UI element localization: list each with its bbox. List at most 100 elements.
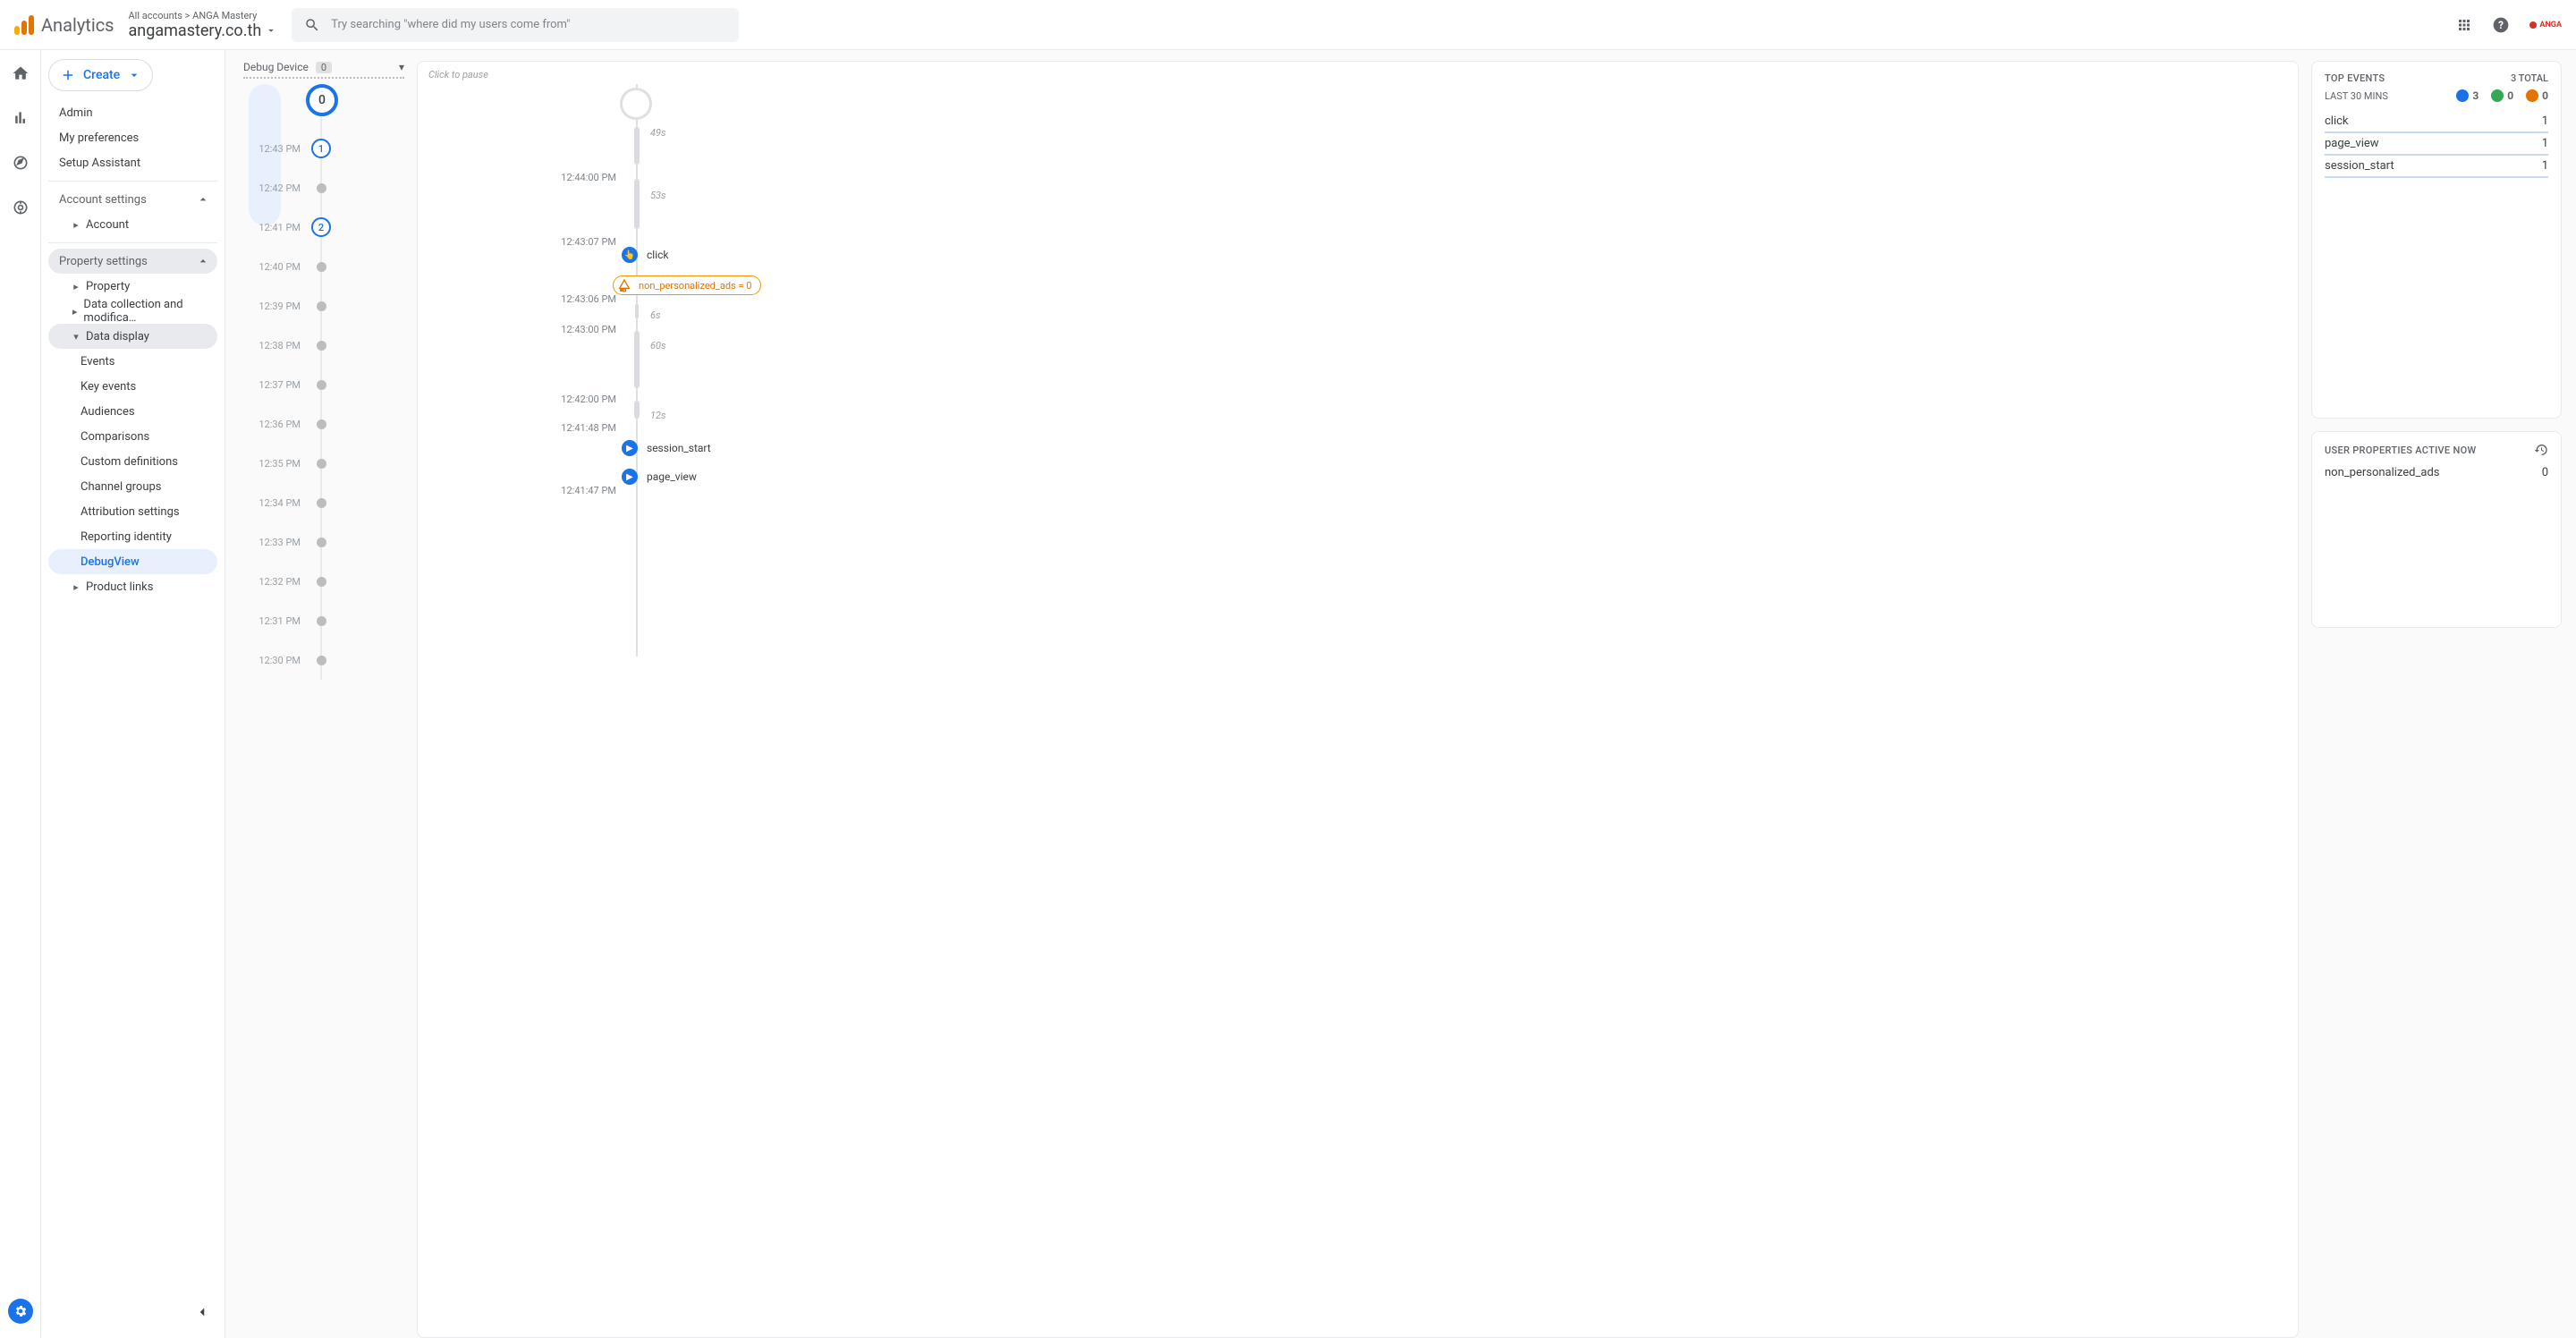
current-second-badge[interactable] — [620, 88, 652, 120]
minute-dot-icon — [317, 262, 326, 272]
chevron-down-icon — [127, 68, 141, 82]
minute-label: 12:36 PM — [247, 419, 301, 430]
minute-row[interactable]: 12:30 PM — [301, 640, 404, 680]
minute-label: 12:33 PM — [247, 537, 301, 548]
history-icon[interactable] — [2534, 443, 2548, 457]
event-row[interactable]: 👆click — [622, 247, 668, 263]
event-row[interactable]: ▶page_view — [622, 469, 697, 485]
top-events-total: 3 TOTAL — [2511, 72, 2548, 84]
sidebar-item-comparisons[interactable]: Comparisons — [48, 424, 217, 449]
sidebar-item-property[interactable]: ▸Property — [48, 274, 217, 299]
current-minute-badge[interactable]: 0 — [306, 84, 338, 116]
timestamp: 12:43:00 PM — [536, 324, 616, 335]
minute-dot-icon — [317, 341, 326, 351]
search-input[interactable]: Try searching "where did my users come f… — [292, 8, 739, 42]
home-icon[interactable] — [12, 64, 30, 86]
minute-label: 12:31 PM — [247, 615, 301, 627]
minute-row[interactable]: 12:36 PM — [301, 404, 404, 444]
minute-row[interactable]: 12:41 PM2 — [301, 207, 404, 247]
minute-row[interactable]: 12:43 PM1 — [301, 129, 404, 168]
minute-row[interactable]: 12:31 PM — [301, 601, 404, 640]
event-stream-panel: Click to pause 12:44:00 PM 12:43:07 PM 1… — [417, 61, 2299, 1338]
advertising-icon[interactable] — [12, 199, 30, 220]
sidebar-item-events[interactable]: Events — [48, 349, 217, 374]
flag-icon — [617, 278, 631, 292]
sidebar-item-account[interactable]: ▸Account — [48, 212, 217, 237]
flag-pill[interactable]: non_personalized_ads = 0 — [613, 275, 761, 295]
minute-dot-icon — [317, 183, 326, 193]
minute-row[interactable]: 12:35 PM — [301, 444, 404, 483]
sidebar-item-custom-defs[interactable]: Custom definitions — [48, 449, 217, 474]
sidebar-item-data-display[interactable]: ▾Data display — [48, 324, 217, 349]
minute-label: 12:41 PM — [247, 222, 301, 233]
minute-row[interactable]: 12:33 PM — [301, 522, 404, 562]
top-event-row[interactable]: page_view1 — [2325, 133, 2548, 156]
sidebar-item-audiences[interactable]: Audiences — [48, 399, 217, 424]
legend-dot-icon — [2491, 89, 2504, 102]
sidebar-item-reporting-identity[interactable]: Reporting identity — [48, 524, 217, 549]
nav-rail — [0, 50, 41, 1338]
help-icon[interactable]: ? — [2492, 16, 2510, 34]
main-content: Debug Device 0 ▾ 0 12:43 PM112:42 PM12:4… — [225, 50, 2576, 1338]
minute-row[interactable]: 12:34 PM — [301, 483, 404, 522]
top-event-row[interactable]: click1 — [2325, 111, 2548, 133]
property-name: angamastery.co.th — [129, 21, 262, 40]
minute-dot-icon — [317, 656, 326, 665]
minute-row[interactable]: 12:32 PM — [301, 562, 404, 601]
sidebar-item-debugview[interactable]: DebugView — [48, 549, 217, 574]
sidebar-item-data-collection[interactable]: ▸Data collection and modifica… — [48, 299, 217, 324]
sidebar-item-admin[interactable]: Admin — [48, 100, 217, 125]
top-event-row[interactable]: session_start1 — [2325, 156, 2548, 178]
minute-label: 12:34 PM — [247, 497, 301, 509]
gap-label: 6s — [650, 309, 661, 321]
minute-dot-icon — [317, 301, 326, 311]
explore-icon[interactable] — [12, 154, 30, 175]
create-button[interactable]: Create — [48, 59, 153, 91]
card-title: TOP EVENTS — [2325, 72, 2385, 84]
top-events-card: TOP EVENTS3 TOTAL LAST 30 MINS 3 0 0 cli… — [2311, 61, 2562, 419]
sidebar-item-attribution[interactable]: Attribution settings — [48, 499, 217, 524]
minute-dot-icon — [317, 459, 326, 469]
user-property-row[interactable]: non_personalized_ads0 — [2325, 466, 2548, 479]
breadcrumb: All accounts > ANGA Mastery — [129, 10, 278, 21]
search-placeholder: Try searching "where did my users come f… — [331, 18, 570, 31]
minute-label: 12:42 PM — [247, 182, 301, 194]
admin-sidebar: Create Admin My preferences Setup Assist… — [41, 50, 225, 1338]
account-logo[interactable]: ANGA — [2529, 21, 2562, 30]
sidebar-item-product-links[interactable]: ▸Product links — [48, 574, 217, 599]
svg-text:?: ? — [2499, 19, 2504, 31]
minute-row[interactable]: 12:42 PM — [301, 168, 404, 207]
reports-icon[interactable] — [12, 109, 30, 131]
collapse-sidebar-button[interactable] — [194, 1304, 210, 1324]
ga-logo[interactable]: Analytics — [14, 14, 114, 36]
timestamp: 12:43:07 PM — [536, 236, 616, 248]
event-row[interactable]: ▶session_start — [622, 440, 711, 456]
sidebar-cat-account[interactable]: Account settings — [48, 187, 217, 212]
minute-row[interactable]: 12:37 PM — [301, 365, 404, 404]
minute-row[interactable]: 12:40 PM — [301, 247, 404, 286]
card-subtitle: LAST 30 MINS — [2325, 90, 2388, 102]
sidebar-item-setup[interactable]: Setup Assistant — [48, 150, 217, 175]
event-dot-icon: 👆 — [622, 247, 638, 263]
minute-label: 12:35 PM — [247, 458, 301, 470]
timestamp: 12:42:00 PM — [536, 394, 616, 405]
pause-hint[interactable]: Click to pause — [428, 69, 2287, 80]
minute-row[interactable]: 12:38 PM — [301, 326, 404, 365]
minute-row[interactable]: 12:39 PM — [301, 286, 404, 326]
admin-gear-button[interactable] — [8, 1299, 33, 1324]
property-switcher[interactable]: All accounts > ANGA Mastery angamastery.… — [129, 10, 278, 40]
app-header: Analytics All accounts > ANGA Mastery an… — [0, 0, 2576, 50]
minute-label: 12:30 PM — [247, 655, 301, 666]
minute-dot-icon — [317, 577, 326, 587]
apps-icon[interactable] — [2456, 17, 2472, 33]
sidebar-item-prefs[interactable]: My preferences — [48, 125, 217, 150]
sidebar-item-key-events[interactable]: Key events — [48, 374, 217, 399]
minute-dot-icon — [317, 616, 326, 626]
event-dot-icon: ▶ — [622, 440, 638, 456]
event-dot-icon: ▶ — [622, 469, 638, 485]
debug-device-selector[interactable]: Debug Device 0 ▾ — [243, 61, 404, 73]
legend-dot-icon — [2526, 89, 2538, 102]
minute-label: 12:40 PM — [247, 261, 301, 273]
sidebar-cat-property[interactable]: Property settings — [48, 249, 217, 274]
sidebar-item-channel-groups[interactable]: Channel groups — [48, 474, 217, 499]
